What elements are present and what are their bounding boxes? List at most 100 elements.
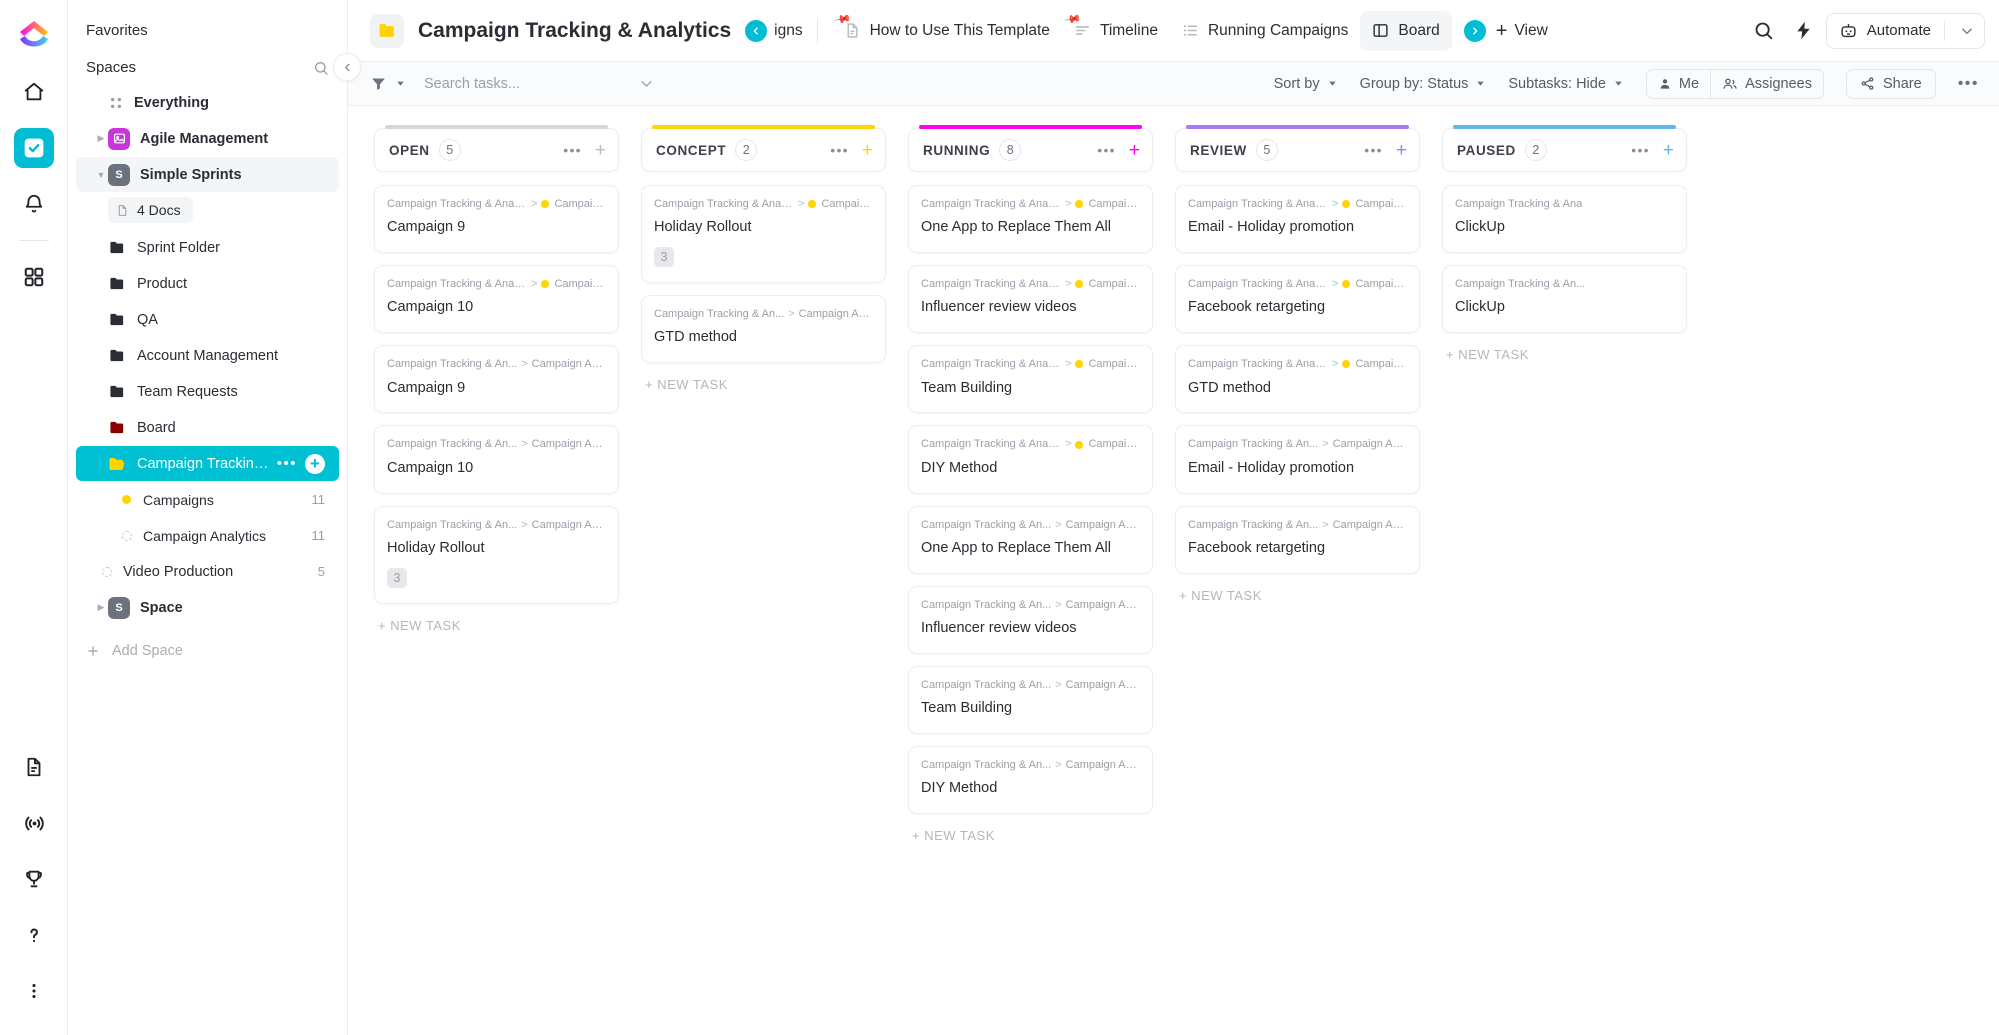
filter-icon[interactable] (370, 75, 387, 92)
tab-board[interactable]: Board (1360, 11, 1451, 51)
automate-button[interactable]: Automate (1826, 13, 1985, 49)
task-card[interactable]: Campaign Tracking & An...>Campaign Anal.… (908, 746, 1153, 814)
sidebar-folder-qa[interactable]: QA (76, 302, 339, 337)
breadcrumb-folder: Campaign Tracking & An... (654, 307, 784, 321)
subtasks-button[interactable]: Subtasks: Hide (1508, 76, 1624, 92)
sidebar-folder-campaign-tracking-analytics[interactable]: Campaign Tracking & Analy... ••• + (76, 446, 339, 481)
column-more-icon[interactable]: ••• (563, 142, 582, 158)
sidebar-folder-board[interactable]: Board (76, 410, 339, 445)
new-task-button[interactable]: + NEW TASK (374, 604, 619, 637)
more-vertical-icon[interactable] (14, 971, 54, 1011)
trophy-icon[interactable] (14, 859, 54, 899)
home-icon[interactable] (14, 72, 54, 112)
chevron-down-icon[interactable]: ▼ (94, 170, 108, 180)
clickup-logo[interactable] (13, 14, 55, 56)
new-task-button[interactable]: + NEW TASK (1442, 333, 1687, 366)
task-card[interactable]: Campaign Tracking & Analyti...>Campaig..… (1175, 345, 1420, 413)
task-card[interactable]: Campaign Tracking & An...>Campaign Anal.… (1175, 506, 1420, 574)
caret-down-icon[interactable] (395, 78, 406, 89)
task-card[interactable]: Campaign Tracking & An...>Campaign Anal.… (374, 425, 619, 493)
column-header[interactable]: PAUSED2•••+ (1442, 128, 1687, 172)
bell-icon[interactable] (14, 184, 54, 224)
search-icon[interactable] (313, 60, 329, 76)
column-add-task-icon[interactable]: + (1396, 141, 1407, 160)
sidebar-folder-sprint-folder[interactable]: Sprint Folder (76, 230, 339, 265)
lightning-icon[interactable] (1786, 13, 1822, 49)
task-card[interactable]: Campaign Tracking & An...ClickUp (1442, 265, 1687, 333)
column-more-icon[interactable]: ••• (1364, 142, 1383, 158)
new-task-button[interactable]: + NEW TASK (908, 814, 1153, 847)
task-card[interactable]: Campaign Tracking & Analyti...>Campaig..… (374, 265, 619, 333)
add-view-button[interactable]: + View (1486, 13, 1558, 49)
tab-running-campaigns[interactable]: Running Campaigns (1170, 11, 1360, 51)
sort-by-button[interactable]: Sort by (1274, 76, 1338, 92)
sidebar-add-space-button[interactable]: Add Space (68, 633, 347, 669)
task-card[interactable]: Campaign Tracking & Analyti...>Campaig..… (908, 185, 1153, 253)
sidebar-favorites-label[interactable]: Favorites (68, 12, 347, 49)
me-filter-button[interactable]: Me (1647, 70, 1710, 98)
sidebar-space-space[interactable]: ▶ S Space (76, 590, 339, 625)
share-button[interactable]: Share (1846, 69, 1936, 99)
sidebar-list-campaigns[interactable]: Campaigns 11 (76, 482, 339, 517)
sidebar-folder-account-management[interactable]: Account Management (76, 338, 339, 373)
column-header[interactable]: REVIEW5•••+ (1175, 128, 1420, 172)
task-card[interactable]: Campaign Tracking & An...>Campaign Anal.… (641, 295, 886, 363)
help-icon[interactable] (14, 915, 54, 955)
chevron-right-icon[interactable]: ▶ (94, 133, 108, 144)
assignees-filter-button[interactable]: Assignees (1710, 70, 1823, 98)
tasks-icon[interactable] (14, 128, 54, 168)
sidebar-space-simple-sprints[interactable]: ▼ S Simple Sprints (76, 157, 339, 192)
new-task-button[interactable]: + NEW TASK (1175, 574, 1420, 607)
task-card[interactable]: Campaign Tracking & Analyti...>Campaig..… (1175, 265, 1420, 333)
folder-more-icon[interactable]: ••• (277, 455, 297, 472)
task-card[interactable]: Campaign Tracking & An...>Campaign Anal.… (1175, 425, 1420, 493)
chevron-down-icon[interactable] (1954, 18, 1980, 44)
search-input[interactable]: Search tasks... (424, 76, 654, 92)
task-card[interactable]: Campaign Tracking & Analyti...>Campaig..… (908, 345, 1153, 413)
sidebar-space-agile-management[interactable]: ▶ Agile Management (76, 121, 339, 156)
task-card[interactable]: Campaign Tracking & Analyti...>Campaig..… (641, 185, 886, 283)
task-card[interactable]: Campaign Tracking & AnaClickUp (1442, 185, 1687, 253)
tab-how-to-use-this-template[interactable]: 📌 How to Use This Template (832, 11, 1062, 51)
task-card[interactable]: Campaign Tracking & An...>Campaign Anal.… (374, 506, 619, 604)
column-more-icon[interactable]: ••• (1097, 142, 1116, 158)
column-header[interactable]: OPEN5•••+ (374, 128, 619, 172)
sidebar-list-campaign-analytics[interactable]: Campaign Analytics 11 (76, 518, 339, 553)
task-card[interactable]: Campaign Tracking & An...>Campaign Anal.… (908, 666, 1153, 734)
chevron-down-icon[interactable] (639, 76, 654, 91)
column-add-task-icon[interactable]: + (1129, 141, 1140, 160)
toolbar-more-button[interactable]: ••• (1958, 75, 1979, 93)
task-card[interactable]: Campaign Tracking & An...>Campaign Anal.… (908, 586, 1153, 654)
column-add-task-icon[interactable]: + (595, 141, 606, 160)
broadcast-icon[interactable] (14, 803, 54, 843)
tab-timeline[interactable]: 📌 Timeline (1062, 11, 1170, 51)
folder-add-icon[interactable]: + (305, 454, 325, 474)
sidebar-folder-product[interactable]: Product (76, 266, 339, 301)
column-add-task-icon[interactable]: + (1663, 141, 1674, 160)
sidebar-collapse-button[interactable] (333, 53, 361, 81)
column-header[interactable]: RUNNING8•••+ (908, 128, 1153, 172)
task-card[interactable]: Campaign Tracking & An...>Campaign Anal.… (908, 506, 1153, 574)
sidebar-folder-team-requests[interactable]: Team Requests (76, 374, 339, 409)
docs-icon[interactable] (14, 747, 54, 787)
sidebar-item-everything[interactable]: Everything (76, 85, 339, 120)
column-header[interactable]: CONCEPT2•••+ (641, 128, 886, 172)
tab-running-campaigns-truncated[interactable]: igns (774, 22, 802, 40)
dashboard-grid-icon[interactable] (14, 257, 54, 297)
task-card[interactable]: Campaign Tracking & Analyti...>Campaig..… (908, 265, 1153, 333)
sidebar-list-video-production[interactable]: Video Production 5 (76, 554, 339, 589)
new-task-button[interactable]: + NEW TASK (641, 363, 886, 396)
column-more-icon[interactable]: ••• (830, 142, 849, 158)
tabs-scroll-right-button[interactable] (1464, 20, 1486, 42)
column-more-icon[interactable]: ••• (1631, 142, 1650, 158)
task-card[interactable]: Campaign Tracking & Analyti...>Campaig..… (1175, 185, 1420, 253)
column-add-task-icon[interactable]: + (862, 141, 873, 160)
search-icon[interactable] (1746, 13, 1782, 49)
task-card[interactable]: Campaign Tracking & Analyti...>Campaig..… (374, 185, 619, 253)
task-card[interactable]: Campaign Tracking & An...>Campaign Anal.… (374, 345, 619, 413)
task-card[interactable]: Campaign Tracking & Analyti...>Campaig..… (908, 425, 1153, 493)
chevron-right-icon[interactable]: ▶ (94, 602, 108, 613)
group-by-button[interactable]: Group by: Status (1360, 76, 1487, 92)
tabs-scroll-left-button[interactable] (745, 20, 767, 42)
sidebar-docs-pill[interactable]: 4 Docs (108, 197, 193, 223)
